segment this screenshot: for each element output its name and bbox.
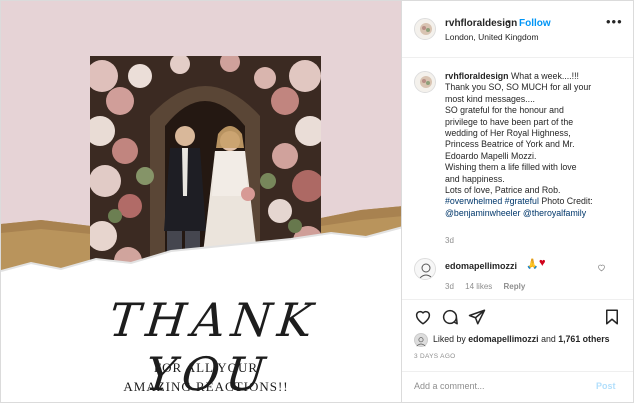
caption-line: Wishing them a life filled with love bbox=[445, 162, 577, 173]
caption-line: Lots of love, Patrice and Rob. bbox=[445, 185, 561, 196]
caption-line: and happiness. bbox=[445, 173, 505, 184]
heart-icon[interactable] bbox=[414, 308, 432, 326]
header-separator: • bbox=[507, 17, 511, 28]
more-options-icon[interactable]: ••• bbox=[606, 14, 623, 29]
bookmark-icon[interactable] bbox=[603, 308, 621, 326]
caption-line: most kind messages.... bbox=[445, 93, 535, 104]
caption-line: Thank you SO, SO MUCH for all your bbox=[445, 82, 592, 93]
caption-username[interactable]: rvhfloraldesign bbox=[445, 71, 509, 81]
caption-line: SO grateful for the honour and bbox=[445, 105, 564, 116]
caption-line: Princess Beatrice of York and Mr. bbox=[445, 139, 575, 150]
post-sidebar: rvhfloraldesign • Follow London, United … bbox=[402, 0, 634, 403]
post-location[interactable]: London, United Kingdom bbox=[445, 32, 539, 42]
mention-link[interactable]: @theroyalfamily bbox=[523, 208, 586, 218]
caption-line: privilege to have been part of the bbox=[445, 116, 574, 127]
post-comment-button[interactable]: Post bbox=[596, 381, 616, 391]
author-avatar[interactable] bbox=[414, 18, 436, 40]
commenter-avatar[interactable] bbox=[414, 258, 436, 280]
liked-by-count[interactable]: 1,761 others bbox=[558, 334, 609, 344]
liked-by-text: Liked by edomapellimozzi and 1,761 other… bbox=[433, 334, 610, 344]
comment-meta: 3d 14 likes Reply bbox=[445, 282, 534, 291]
red-heart-emoji: ♥ bbox=[539, 257, 546, 269]
mention-link[interactable]: @benjaminwheeler bbox=[445, 208, 520, 218]
reply-button[interactable]: Reply bbox=[504, 282, 526, 291]
follow-button[interactable]: Follow bbox=[519, 18, 551, 29]
caption-line: wedding of Her Royal Highness, bbox=[445, 128, 571, 139]
comment-timestamp: 3d bbox=[445, 282, 454, 291]
liked-by-and: and bbox=[541, 334, 556, 344]
caption-timestamp: 3d bbox=[445, 236, 454, 245]
praying-hands-emoji: 🙏 bbox=[526, 259, 539, 270]
hashtag-link[interactable]: #overwhelmed bbox=[445, 196, 502, 206]
hashtag-link[interactable]: #grateful bbox=[505, 196, 539, 206]
liked-by-prefix: Liked by bbox=[433, 334, 466, 344]
comment-icon[interactable] bbox=[441, 308, 459, 326]
liked-by-user[interactable]: edomapellimozzi bbox=[468, 334, 538, 344]
subtext-line-2: AMAZING REACTIONS!! bbox=[123, 379, 289, 394]
share-icon[interactable] bbox=[468, 308, 486, 326]
comment-likes-count[interactable]: 14 likes bbox=[465, 282, 492, 291]
caption-author-avatar[interactable] bbox=[414, 71, 436, 93]
subtext-line-1: FOR ALL YOUR bbox=[153, 360, 259, 375]
thank-you-subtext: FOR ALL YOUR AMAZING REACTIONS!! bbox=[121, 358, 291, 396]
caption-line: What a week....!!! bbox=[511, 71, 579, 81]
post-actions: Liked by edomapellimozzi and 1,761 other… bbox=[402, 299, 633, 379]
post-timestamp[interactable]: 3 DAYS AGO bbox=[414, 353, 456, 360]
add-comment-input[interactable] bbox=[414, 381, 584, 391]
add-comment-bar: Post bbox=[402, 371, 633, 403]
commenter-username[interactable]: edomapellimozzi bbox=[445, 261, 517, 271]
post-image[interactable]: THANK YOU FOR ALL YOUR AMAZING REACTIONS… bbox=[0, 0, 402, 403]
post-caption: rvhfloraldesign What a week....!!! Thank… bbox=[445, 71, 625, 219]
comment-like-icon[interactable] bbox=[597, 263, 606, 274]
liked-by-avatar[interactable] bbox=[414, 333, 428, 347]
caption-line: Edoardo Mapelli Mozzi. bbox=[445, 150, 537, 161]
photo-credit-label: Photo Credit: bbox=[541, 196, 593, 207]
post-header: rvhfloraldesign • Follow London, United … bbox=[402, 1, 633, 58]
